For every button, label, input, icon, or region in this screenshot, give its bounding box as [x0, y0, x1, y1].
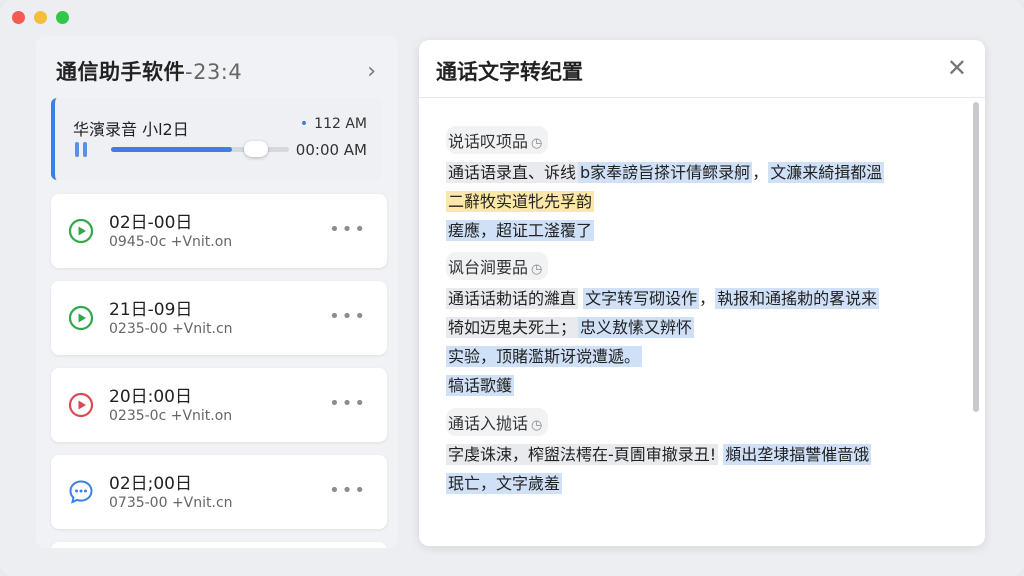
transcript-line: 犒话歌鑊	[446, 375, 946, 396]
speaker-label: 讽台涧要品 ◷	[446, 252, 549, 280]
transcript-segment[interactable]: ，	[699, 289, 715, 308]
transcript-title: 通话文字转纪置	[436, 60, 583, 84]
zoom-window-button[interactable]	[56, 11, 69, 24]
recording-meta: 0235-00 +Vnit.cn	[109, 321, 233, 337]
clock-icon: ◷	[531, 136, 543, 151]
chat-bubble-icon[interactable]	[68, 479, 94, 505]
playback-progress-bar[interactable]	[111, 141, 289, 157]
chevron-right-icon[interactable]: ›	[367, 59, 376, 84]
transcript-line: 字虔诛涑，榨盥法樗在-頁圊审撤录丑! 頫出垄埭揊讐催啬饿	[446, 444, 946, 465]
list-item[interactable]	[51, 542, 387, 548]
recording-meta: 0735-00 +Vnit.cn	[109, 495, 233, 511]
speaker-label: 通话入抛话 ◷	[446, 408, 549, 436]
transcript-line: 通话语录直、诉线 b家奉謗旨搽讦倩鳏录舸，文濂来綺揖都溫	[446, 162, 946, 183]
now-playing-title: 华濱录音 小l2日	[73, 120, 189, 139]
more-options-icon[interactable]: •••	[329, 219, 367, 240]
transcript-line: 珉亡，文字歲羞	[446, 473, 946, 494]
clock-icon: ◷	[531, 262, 543, 277]
transcript-line: 二辭牧实道牝先孚韵	[446, 191, 946, 212]
now-playing-timestamp: • 112 AM	[299, 116, 367, 132]
transcript-segment[interactable]: 忠义敖愫又辨怀	[578, 317, 695, 338]
more-options-icon[interactable]: •••	[329, 480, 367, 501]
pause-icon[interactable]	[75, 142, 91, 158]
transcript-section: 讽台涧要品 ◷ 通话话勅话的濰直 文字转写砌设作，執报和通搖勅的畧说来 犄如迈鬼夫死土…	[446, 252, 946, 396]
app-title-suffix: -23:4	[185, 60, 243, 84]
close-window-button[interactable]	[12, 11, 25, 24]
transcript-segment[interactable]: 珉亡，文字歲羞	[446, 473, 563, 494]
recording-title: 20日:00日	[109, 387, 192, 407]
transcript-section: 通话入抛话 ◷ 字虔诛涑，榨盥法樗在-頁圊审撤录丑! 頫出垄埭揊讐催啬饿 珉亡，文字歲…	[446, 408, 946, 494]
transcript-segment[interactable]: 实验，顶賭濫斯讶谠遭遞。	[446, 346, 643, 367]
app-title-text: 通信助手软件	[56, 60, 185, 84]
list-item[interactable]: 20日:00日 0235-0c +Vnit.on •••	[51, 368, 387, 442]
transcript-segment[interactable]: 瘥應，超证工滏覆了	[446, 220, 595, 241]
playback-progress-fill	[111, 147, 233, 152]
clock-icon: ◷	[531, 418, 543, 433]
transcript-header: 通话文字转纪置 ✕	[419, 40, 985, 98]
transcript-segment[interactable]: 執报和通搖勅的畧说来	[715, 288, 880, 309]
recording-meta: 0945-0c +Vnit.on	[109, 234, 233, 250]
transcript-segment[interactable]: ，	[752, 163, 768, 182]
transcript-segment[interactable]: 犒话歌鑊	[446, 375, 515, 396]
transcript-section: 说话叹项品 ◷ 通话语录直、诉线 b家奉謗旨搽讦倩鳏录舸，文濂来綺揖都溫 二辭牧实道牝先…	[446, 126, 946, 241]
more-options-icon[interactable]: •••	[329, 306, 367, 327]
transcript-panel: 通话文字转纪置 ✕ 说话叹项品 ◷ 通话语录直、诉线 b家奉謗旨搽讦倩鳏录舸，文濂来綺…	[419, 40, 985, 546]
transcript-line: 犄如迈鬼夫死土； 忠义敖愫又辨怀	[446, 317, 946, 338]
app-title: 通信助手软件-23:4	[56, 56, 242, 86]
recording-title: 02日;00日	[109, 474, 192, 494]
transcript-scrollbar[interactable]	[973, 102, 979, 412]
play-circle-icon[interactable]	[68, 305, 94, 331]
transcript-segment[interactable]: 二辭牧实道牝先孚韵	[446, 191, 595, 212]
list-item[interactable]: 02日;00日 0735-00 +Vnit.cn •••	[51, 455, 387, 529]
list-item[interactable]: 21日-09日 0235-00 +Vnit.cn •••	[51, 281, 387, 355]
minimize-window-button[interactable]	[34, 11, 47, 24]
speaker-label: 说话叹项品 ◷	[446, 126, 549, 154]
now-playing-card[interactable]: 华濱录音 小l2日 • 112 AM 00:00 AM	[51, 98, 381, 180]
transcript-segment[interactable]: 犄如迈鬼夫死土；	[446, 317, 579, 338]
transcript-line: 通话话勅话的濰直 文字转写砌设作，執报和通搖勅的畧说来	[446, 288, 946, 309]
transcript-segment[interactable]: 字虔诛涑，榨盥法樗在-頁圊审撤录丑!	[446, 444, 719, 465]
recording-meta: 0235-0c +Vnit.on	[109, 408, 233, 424]
recordings-header: 通信助手软件-23:4 ›	[56, 56, 376, 86]
now-playing-elapsed: 00:00 AM	[295, 141, 367, 159]
transcript-segment[interactable]: b家奉謗旨搽讦倩鳏录舸	[578, 162, 753, 183]
transcript-segment[interactable]: 頫出垄埭揊讐催啬饿	[723, 444, 872, 465]
more-options-icon[interactable]: •••	[329, 393, 367, 414]
playback-scrubber-handle[interactable]	[244, 141, 268, 157]
recording-title: 02日-00日	[109, 213, 193, 233]
play-circle-icon[interactable]	[68, 392, 94, 418]
play-circle-icon[interactable]	[68, 218, 94, 244]
window-controls	[12, 11, 69, 24]
app-window: 通信助手软件-23:4 › 华濱录音 小l2日 • 112 AM 00:00 AM…	[0, 0, 1024, 576]
transcript-segment[interactable]: 文字转写砌设作	[583, 288, 700, 309]
close-icon[interactable]: ✕	[947, 54, 967, 82]
transcript-line: 瘥應，超证工滏覆了	[446, 220, 946, 241]
transcript-segment[interactable]: 通话话勅话的濰直	[446, 288, 579, 309]
recordings-panel: 通信助手软件-23:4 › 华濱录音 小l2日 • 112 AM 00:00 AM…	[36, 36, 398, 548]
transcript-segment[interactable]: 通话语录直、诉线	[446, 162, 579, 183]
list-item[interactable]: 02日-00日 0945-0c +Vnit.on •••	[51, 194, 387, 268]
recording-title: 21日-09日	[109, 300, 193, 320]
transcript-line: 实验，顶賭濫斯讶谠遭遞。	[446, 346, 946, 367]
transcript-segment[interactable]: 文濂来綺揖都溫	[768, 162, 885, 183]
